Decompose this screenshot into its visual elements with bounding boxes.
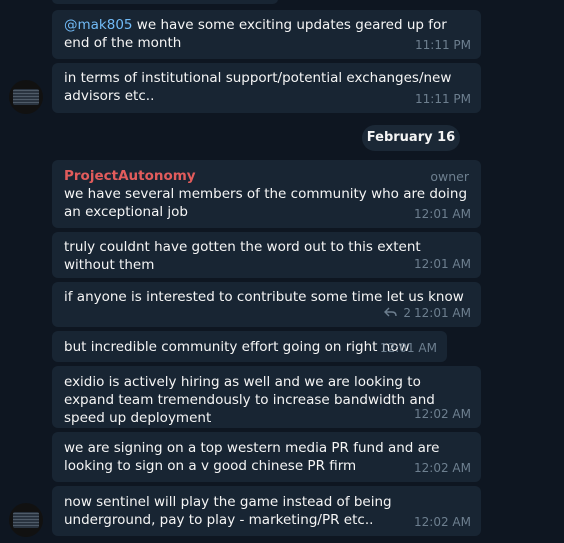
message-bubble[interactable]: exidio is actively hiring as well and we… [52,366,481,428]
user-mention-link[interactable]: @mak805 [64,17,133,33]
sender-name[interactable]: ProjectAutonomy [64,167,469,185]
owner-badge: owner [430,169,469,184]
message-bubble[interactable]: @mak805 we have some exciting updates ge… [52,10,481,59]
chat-area: @mak805 we have some exciting updates ge… [0,0,564,543]
message-text: we are signing on a top western media PR… [64,440,440,474]
reply-count-value: 2 [403,306,411,320]
message-bubble[interactable]: we are signing on a top western media PR… [52,432,481,482]
message-bubble[interactable]: if anyone is interested to contribute so… [52,282,481,327]
message-time: 11:11 PM [415,92,471,106]
message-time: 12:01 AM [380,341,437,355]
message-bubble[interactable]: but incredible community effort going on… [52,331,447,362]
message-bubble[interactable]: now sentinel will play the game instead … [52,486,481,536]
message-text: @mak805 we have some exciting updates ge… [64,17,447,51]
message-text: now sentinel will play the game instead … [64,494,392,528]
message-time: 12:02 AM [414,461,471,475]
message-time: 12:02 AM [414,515,471,529]
message-time: 11:11 PM [415,38,471,52]
reply-icon [383,307,397,317]
message-time: 12:01 AM [414,207,471,221]
message-bubble[interactable]: ProjectAutonomy owner we have several me… [52,160,481,228]
message-bubble[interactable]: truly couldnt have gotten the word out t… [52,232,481,278]
message-text: we have several members of the community… [64,186,468,220]
message-time: 12:01 AM [414,257,471,271]
date-separator: February 16 [362,125,460,151]
message-bubble[interactable]: in terms of institutional support/potent… [52,63,481,113]
message-text: in terms of institutional support/potent… [64,70,452,104]
user-avatar[interactable] [9,80,43,114]
message-text: truly couldnt have gotten the word out t… [64,239,421,273]
user-avatar[interactable] [9,503,43,537]
message-bubble-partial [52,0,278,4]
message-time: 12:02 AM [414,407,471,421]
reply-count[interactable]: 2 [383,304,411,322]
message-time: 12:01 AM [414,306,471,320]
message-text: exidio is actively hiring as well and we… [64,374,435,426]
message-text: but incredible community effort going on… [64,339,410,355]
